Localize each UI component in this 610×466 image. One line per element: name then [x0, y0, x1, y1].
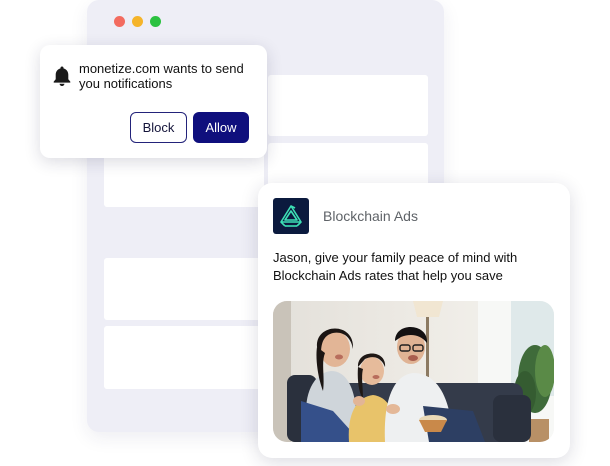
permission-message: monetize.com wants to send you notificat… — [79, 61, 244, 91]
close-window-dot[interactable] — [114, 16, 125, 27]
notification-message: Jason, give your family peace of mind wi… — [273, 250, 518, 283]
push-notification-card[interactable]: Blockchain Ads Jason, give your family p… — [258, 183, 570, 458]
content-placeholder — [104, 258, 276, 320]
family-photo — [273, 301, 554, 442]
allow-button[interactable]: Allow — [193, 112, 249, 143]
bell-icon — [53, 66, 71, 86]
content-placeholder — [104, 326, 276, 389]
block-button[interactable]: Block — [130, 112, 187, 143]
blockchain-ads-logo-icon — [273, 198, 309, 234]
stage: monetize.com wants to send you notificat… — [0, 0, 610, 466]
maximize-window-dot[interactable] — [150, 16, 161, 27]
content-placeholder — [268, 75, 428, 136]
minimize-window-dot[interactable] — [132, 16, 143, 27]
notification-permission-prompt: monetize.com wants to send you notificat… — [40, 45, 267, 158]
brand-name: Blockchain Ads — [323, 208, 418, 224]
window-controls — [114, 16, 161, 27]
